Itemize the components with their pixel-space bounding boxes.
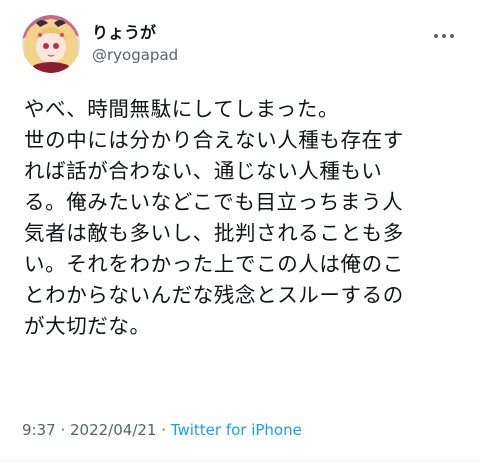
- display-name[interactable]: りょうが: [92, 22, 178, 44]
- tweet-text: やべ、時間無駄にしてしまった。 世の中には分かり合えない人種も存在す れば話が合…: [24, 94, 464, 342]
- tweet-text-line: とわからないんだな残念とスルーするの: [24, 283, 404, 307]
- author-names: りょうが @ryogapad: [92, 22, 178, 66]
- user-handle[interactable]: @ryogapad: [92, 45, 178, 66]
- avatar[interactable]: [22, 15, 80, 73]
- tweet-text-line: やべ、時間無駄にしてしまった。: [24, 97, 340, 121]
- more-options-icon[interactable]: [430, 26, 458, 46]
- tweet-text-line: る。俺みたいなどこでも目立っちまう人: [24, 190, 404, 214]
- tweet-time[interactable]: 9:37: [22, 421, 56, 439]
- tweet-text-line: れば話が合わない、通じない人種もい: [24, 159, 383, 183]
- avatar-image: [22, 15, 80, 73]
- tweet-date[interactable]: 2022/04/21: [70, 421, 156, 439]
- meta-separator: ·: [55, 421, 70, 439]
- tweet-text-line: 気者は敵も多いし、批判されることも多: [24, 221, 404, 245]
- ellipsis-icon: [434, 34, 454, 38]
- tweet-card: りょうが @ryogapad やべ、時間無駄にしてしまった。 世の中には分かり合…: [0, 0, 480, 462]
- tweet-header: りょうが @ryogapad: [22, 12, 178, 76]
- tweet-meta: 9:37 · 2022/04/21 · Twitter for iPhone: [22, 420, 302, 440]
- tweet-text-line: 世の中には分かり合えない人種も存在す: [24, 128, 404, 152]
- tweet-source-link[interactable]: Twitter for iPhone: [171, 421, 302, 439]
- tweet-text-line: が大切だな。: [24, 314, 151, 338]
- meta-separator: ·: [156, 421, 171, 439]
- tweet-text-line: い。それをわかった上でこの人は俺のこ: [24, 252, 404, 276]
